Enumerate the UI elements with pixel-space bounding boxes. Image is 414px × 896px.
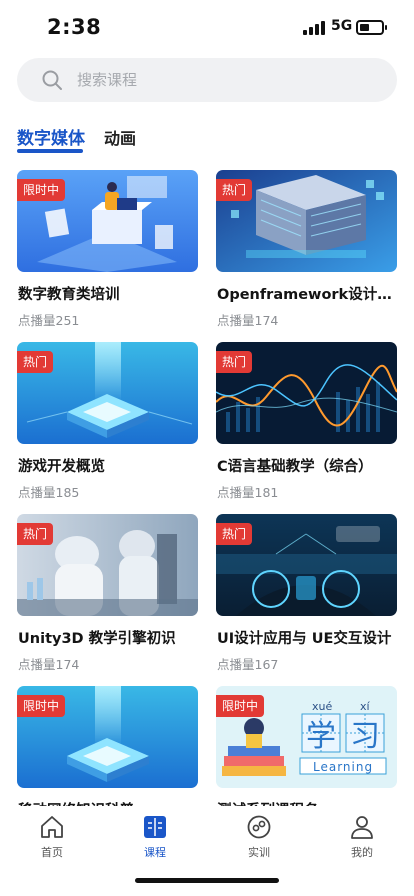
active-tab-indicator <box>17 149 83 153</box>
course-card[interactable]: 限时中 数字教育类培训 点播量251 <box>17 170 198 332</box>
home-indicator <box>135 878 279 883</box>
course-title: 游戏开发概览 <box>18 459 105 475</box>
course-title: 数字教育类培训 <box>18 287 120 303</box>
course-card[interactable]: 热门 UI设计应用与 UE交互设计 点播量167 <box>216 514 397 676</box>
course-views: 点播量174 <box>18 657 80 672</box>
art-pinyin-xue: xué <box>312 700 332 713</box>
training-icon <box>247 815 271 839</box>
art-english: Learning <box>313 760 373 774</box>
signal-icon <box>303 21 325 35</box>
tab-animation[interactable]: 动画 <box>104 125 136 149</box>
course-thumbnail: xué xí 学习 Learning 限时中 <box>216 686 397 788</box>
search-input[interactable] <box>77 58 377 102</box>
course-icon <box>144 816 166 838</box>
course-thumbnail: 热门 <box>216 342 397 444</box>
status-bar: 2:38 5G <box>0 0 414 56</box>
status-badge: 热门 <box>216 179 253 201</box>
course-views: 点播量251 <box>18 313 80 328</box>
course-thumbnail: 限时中 <box>17 686 198 788</box>
course-thumbnail: 热门 <box>216 170 397 272</box>
nav-label: 实训 <box>248 846 270 859</box>
course-views: 点播量167 <box>217 657 279 672</box>
status-badge: 限时中 <box>17 179 66 201</box>
tab-digital-media[interactable]: 数字媒体 <box>17 124 85 149</box>
search-bar[interactable] <box>17 58 397 102</box>
course-card[interactable]: 热门 游戏开发概览 点播量185 <box>17 342 198 504</box>
status-badge: 热门 <box>216 351 253 373</box>
status-badge: 限时中 <box>216 695 265 717</box>
network-type: 5G <box>331 18 353 34</box>
battery-icon <box>356 20 387 35</box>
nav-profile[interactable]: 我的 <box>322 814 402 864</box>
status-badge: 热门 <box>17 351 54 373</box>
status-badge: 热门 <box>17 523 54 545</box>
nav-training[interactable]: 实训 <box>219 814 299 864</box>
course-thumbnail: 热门 <box>17 514 198 616</box>
art-pinyin-xi: xí <box>360 700 371 713</box>
profile-icon <box>351 816 373 839</box>
course-thumbnail: 热门 <box>216 514 397 616</box>
nav-course[interactable]: 课程 <box>115 814 195 864</box>
course-title: Unity3D 教学引擎初识 <box>18 631 176 647</box>
course-views: 点播量185 <box>18 485 80 500</box>
course-views: 点播量181 <box>217 485 279 500</box>
status-badge: 热门 <box>216 523 253 545</box>
course-thumbnail: 限时中 <box>17 170 198 272</box>
course-title: UI设计应用与 UE交互设计 <box>217 631 392 647</box>
nav-label: 首页 <box>41 846 63 859</box>
home-icon <box>41 816 63 838</box>
nav-label: 课程 <box>144 846 166 859</box>
nav-home[interactable]: 首页 <box>12 814 92 864</box>
course-card[interactable]: 热门 Unity3D 教学引擎初识 点播量174 <box>17 514 198 676</box>
art-hanzi: 学习 <box>306 719 394 754</box>
course-views: 点播量174 <box>217 313 279 328</box>
status-time: 2:38 <box>47 15 102 39</box>
status-badge: 限时中 <box>17 695 66 717</box>
nav-label: 我的 <box>351 846 373 859</box>
course-card[interactable]: 热门 C语言基础教学（综合） 点播量181 <box>216 342 397 504</box>
course-title: C语言基础教学（综合） <box>217 459 373 475</box>
course-thumbnail: 热门 <box>17 342 198 444</box>
search-icon <box>42 70 62 90</box>
course-title: Openframework设计应用 <box>217 287 399 303</box>
course-card[interactable]: 热门 Openframework设计应用 点播量174 <box>216 170 399 332</box>
